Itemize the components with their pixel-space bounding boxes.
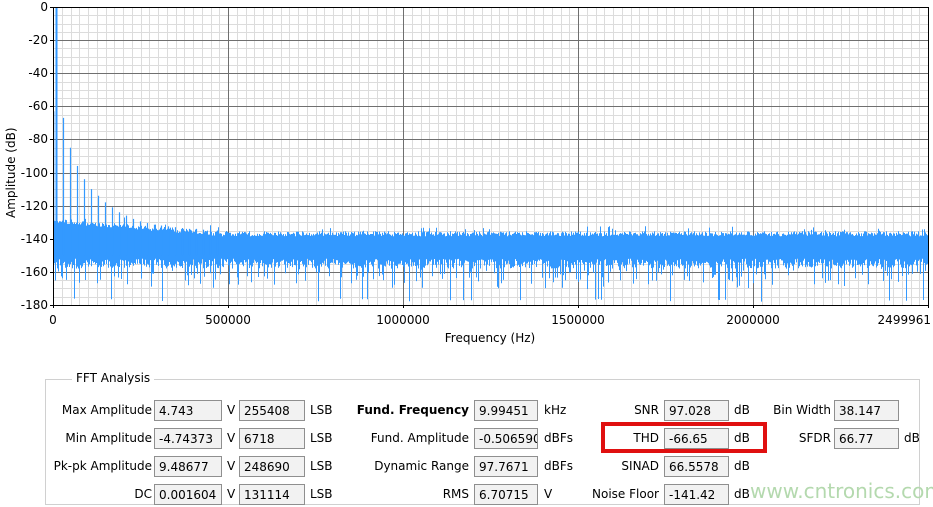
min-amplitude-label: Min Amplitude xyxy=(46,431,152,447)
fft-spectrum-chart xyxy=(0,0,933,360)
groupbox-title: FFT Analysis xyxy=(72,371,154,385)
y-tick-label: -180 xyxy=(0,298,48,312)
max-amplitude-lsb-field[interactable]: 255408 xyxy=(239,400,305,421)
y-tick-label: -60 xyxy=(0,99,48,113)
dynamic-range-label: Dynamic Range xyxy=(341,459,469,475)
x-axis-title: Frequency (Hz) xyxy=(400,331,580,345)
min-amplitude-field[interactable]: -4.74373 xyxy=(154,428,222,449)
x-tick-label: 1000000 xyxy=(376,313,429,327)
max-amplitude-label: Max Amplitude xyxy=(46,403,152,419)
x-tick-label: 2000000 xyxy=(726,313,779,327)
dc-field[interactable]: 0.001604 xyxy=(154,484,222,505)
pk-pk-amplitude-field[interactable]: 9.48677 xyxy=(154,456,222,477)
noise-floor-field[interactable]: -141.42 xyxy=(664,484,729,505)
fund-amplitude-label: Fund. Amplitude xyxy=(341,431,469,447)
pk-pk-amplitude-label: Pk-pk Amplitude xyxy=(46,459,152,475)
sfdr-label: SFDR xyxy=(734,431,831,447)
x-tick-label: 2499961 xyxy=(878,313,931,327)
y-axis-title: Amplitude (dB) xyxy=(4,127,18,218)
dynamic-range-field[interactable]: 97.7671 xyxy=(474,456,538,477)
x-tick-label: 1500000 xyxy=(551,313,604,327)
fft-analyzer-window: 0-20-40-60-80-100-120-140-160-180 050000… xyxy=(0,0,933,507)
bin-width-field[interactable]: 38.147 xyxy=(834,400,899,421)
x-tick-label: 500000 xyxy=(205,313,251,327)
dc-label: DC xyxy=(46,487,152,503)
y-tick-label: -140 xyxy=(0,232,48,246)
y-tick-label: 0 xyxy=(0,0,48,14)
x-tick-label: 0 xyxy=(49,313,57,327)
y-tick-label: -160 xyxy=(0,265,48,279)
sfdr-unit-label: dB xyxy=(904,431,933,447)
rms-label: RMS xyxy=(341,487,469,503)
noise-floor-label: Noise Floor xyxy=(561,487,659,503)
rms-field[interactable]: 6.70715 xyxy=(474,484,538,505)
bin-width-label: Bin Width xyxy=(734,403,831,419)
sfdr-field[interactable]: 66.77 xyxy=(834,428,899,449)
thd-field[interactable]: -66.65 xyxy=(664,428,729,449)
y-tick-label: -40 xyxy=(0,66,48,80)
fund-frequency-field[interactable]: 9.99451 xyxy=(474,400,538,421)
snr-label: SNR xyxy=(561,403,659,419)
min-amplitude-lsb-field[interactable]: 6718 xyxy=(239,428,305,449)
sinad-label: SINAD xyxy=(561,459,659,475)
max-amplitude-field[interactable]: 4.743 xyxy=(154,400,222,421)
snr-field[interactable]: 97.028 xyxy=(664,400,729,421)
fund-frequency-label: Fund. Frequency xyxy=(341,403,469,419)
y-tick-label: -20 xyxy=(0,33,48,47)
sinad-field[interactable]: 66.5578 xyxy=(664,456,729,477)
fft-plot: 0-20-40-60-80-100-120-140-160-180 050000… xyxy=(0,0,933,360)
sinad-unit-label: dB xyxy=(734,459,774,475)
fund-amplitude-field[interactable]: -0.506590 xyxy=(474,428,538,449)
pk-pk-amplitude-lsb-field[interactable]: 248690 xyxy=(239,456,305,477)
dc-lsb-field[interactable]: 131114 xyxy=(239,484,305,505)
watermark-text: www.cntronics.com xyxy=(750,479,933,503)
thd-label: THD xyxy=(561,431,659,447)
